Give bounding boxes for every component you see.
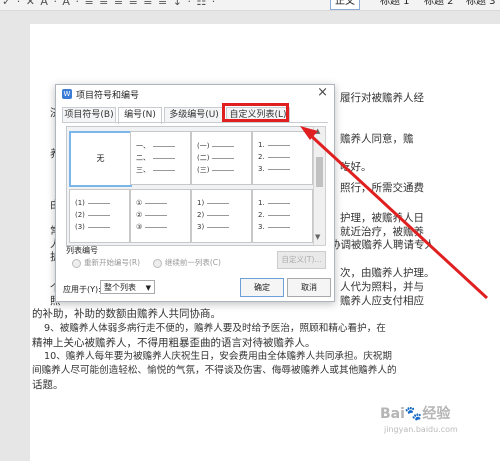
number-marker: (3) <box>75 223 85 231</box>
number-marker: ② <box>136 211 143 219</box>
chevron-down-icon: ▼ <box>145 284 151 292</box>
number-marker: 3. <box>258 165 265 173</box>
radio-restart-label: 重新开始编号(R) <box>84 258 141 267</box>
radio-continue[interactable] <box>152 258 162 268</box>
numbering-option[interactable]: 1. 2. 3. <box>252 131 313 185</box>
number-marker: ① <box>136 199 143 207</box>
radio-restart[interactable] <box>72 258 81 268</box>
number-marker: 3) <box>197 223 205 231</box>
style-heading-1[interactable]: 标题 1 <box>380 0 410 9</box>
doc-line: 精神上关心被赡养人，不得用粗暴歪曲的语言对待被赡养人。 <box>32 337 316 349</box>
doc-line: 吃好。 <box>340 161 372 173</box>
number-marker: 三、 <box>136 166 150 174</box>
doc-line: 10、赡养人每年要为被赡养人庆祝生日，安会费用由全体赡养人共同承担。庆祝期 <box>44 351 392 362</box>
doc-line: 赡养人同意，赡 <box>340 133 414 145</box>
radio-continue-label: 继续前一列表(C) <box>164 258 221 267</box>
number-marker: 2) <box>197 211 205 219</box>
apply-to-value: 整个列表 <box>104 283 136 292</box>
scrollbar-thumb[interactable] <box>316 157 323 187</box>
number-marker: 一、 <box>136 142 150 150</box>
tab-multilevel[interactable]: 多级编号(U) <box>164 107 224 123</box>
bullets-numbering-dialog: W 项目符号和编号 × 项目符号(B) 编号(N) 多级编号(U) 自定义列表(… <box>55 84 335 302</box>
number-marker: (2) <box>75 211 85 219</box>
number-marker: (二) <box>197 154 210 162</box>
numbering-option[interactable]: (1) (2) (3) <box>69 189 130 243</box>
number-marker: (1) <box>75 199 85 207</box>
numbering-option[interactable]: 1) 2) 3) <box>191 189 252 243</box>
custom-list-tab-highlight <box>222 103 289 122</box>
number-marker: 2. <box>258 211 265 219</box>
formatting-icons[interactable]: ✓ · ✕ A · A · ≡ ≡ ≡ ≡ ≡ ≡ ↕ · ☷ · <box>2 0 216 8</box>
number-marker: 1. <box>258 141 265 149</box>
doc-line: 间赡养人尽可能创造轻松、愉悦的气氛，不得谈及伤害、侮辱被赡养人或其他赡养人的 <box>32 365 397 376</box>
gallery-scrollbar[interactable]: ▲ ▼ <box>313 126 326 246</box>
ribbon-toolbar: ✓ · ✕ A · A · ≡ ≡ ≡ ≡ ≡ ≡ ↕ · ☷ · 正文 标题 … <box>0 0 500 11</box>
number-marker: 二、 <box>136 154 150 162</box>
dialog-title-bar: W 项目符号和编号 × <box>56 85 334 103</box>
doc-line: 的补助，补助的数额由赡养人共同协商。 <box>32 308 221 320</box>
dialog-title: 项目符号和编号 <box>76 91 140 101</box>
scroll-down-icon[interactable]: ▼ <box>315 233 320 241</box>
list-numbering-section-label: 列表编号 <box>66 246 98 255</box>
tab-divider <box>62 122 328 123</box>
doc-line: 人代为照料，并与 <box>340 281 424 293</box>
numbering-mode-radios: 重新开始编号(R) 继续前一列表(C) <box>72 257 221 268</box>
apply-to-label: 应用于(Y): <box>63 285 101 294</box>
numbering-option[interactable]: (一) (二) (三) <box>191 131 252 185</box>
number-marker: (一) <box>197 142 210 150</box>
numbering-gallery: 无 一、 二、 三、 (一) (二) (三) 1. 2. 3. (1) (2) … <box>66 126 314 246</box>
ok-button[interactable]: 确定 <box>240 278 284 297</box>
number-marker: 1) <box>197 199 205 207</box>
numbering-option[interactable]: ① ② ③ <box>130 189 191 243</box>
style-heading-2[interactable]: 标题 2 <box>424 0 454 9</box>
customize-button[interactable]: 自定义(T)... <box>277 251 326 269</box>
doc-line: 履行对被赡养人经 <box>340 92 424 104</box>
number-marker: 1. <box>258 199 265 207</box>
numbering-option[interactable]: 一、 二、 三、 <box>130 131 191 185</box>
cancel-button[interactable]: 取消 <box>287 278 331 297</box>
number-marker: 2. <box>258 153 265 161</box>
watermark-url: jingyan.baidu.com <box>384 425 458 434</box>
numbering-option[interactable]: 1. 2. 3. <box>252 189 313 243</box>
numbering-option-none[interactable]: 无 <box>69 131 132 187</box>
doc-line: 护理，被赡养人日 <box>340 212 424 224</box>
number-marker: ③ <box>136 223 143 231</box>
number-marker: 3. <box>258 223 265 231</box>
doc-line: 9、被赡养人体弱多病行走不便的，赡养人要及时给予医治，照顾和精心看护，在 <box>44 323 386 334</box>
none-label: 无 <box>96 154 105 163</box>
doc-line: 照行，所需交通费 <box>340 182 424 194</box>
apply-to-select[interactable]: 整个列表 ▼ <box>100 280 155 294</box>
doc-line: 协调被赡养人聘请专人 <box>330 239 435 251</box>
style-heading-3[interactable]: 标题 3 <box>466 0 496 9</box>
tab-bullets[interactable]: 项目符号(B) <box>62 107 116 123</box>
app-logo-icon: W <box>62 89 72 99</box>
doc-line: 赡养人应支付相应 <box>340 295 424 307</box>
doc-line: 话题。 <box>32 379 64 391</box>
close-icon[interactable]: × <box>317 85 328 100</box>
number-marker: (三) <box>197 166 210 174</box>
doc-line: 次，由赡养人护理。 <box>340 267 435 279</box>
style-normal[interactable]: 正文 <box>330 0 360 10</box>
doc-line: 就近治疗，被赡养 <box>340 226 424 238</box>
baidu-watermark: Bai🐾经验 <box>380 406 451 422</box>
scroll-up-icon[interactable]: ▲ <box>315 127 320 135</box>
